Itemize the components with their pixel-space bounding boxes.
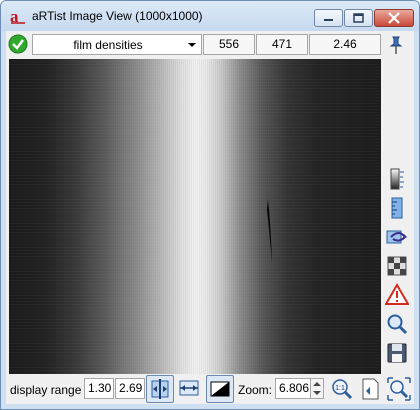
zoom-label: Zoom:	[238, 383, 273, 397]
green-check-icon[interactable]	[8, 34, 28, 54]
profile-line-icon[interactable]	[385, 225, 409, 249]
status-bar: display range 1.30 2.69 Zoom: 6.806 1:1	[6, 375, 414, 404]
window-title: aRTist Image View (1000x1000)	[32, 9, 203, 23]
minimize-icon	[324, 19, 333, 21]
chevron-down-icon	[188, 43, 196, 47]
pixel-value-field: 2.46	[309, 34, 381, 55]
minimize-button[interactable]	[314, 9, 343, 27]
fit-range-button[interactable]	[176, 375, 204, 403]
invert-button[interactable]	[206, 375, 234, 403]
save-icon[interactable]	[385, 341, 409, 365]
maximize-button[interactable]	[344, 9, 373, 27]
image-view-window: a aRTist Image View (1000x1000) film den…	[0, 0, 420, 410]
warning-icon[interactable]	[385, 283, 409, 307]
dropdown-selected-value: film densities	[73, 38, 143, 52]
xray-image-canvas[interactable]	[9, 59, 381, 374]
fit-range-icon	[179, 380, 199, 396]
title-bar[interactable]: a aRTist Image View (1000x1000)	[1, 1, 419, 31]
range-max-input[interactable]: 2.69	[115, 378, 145, 399]
gradient-scale-icon[interactable]	[385, 167, 409, 191]
range-min-input[interactable]: 1.30	[84, 378, 114, 399]
display-range-label: display range	[10, 383, 82, 397]
magnifier-icon[interactable]	[385, 312, 409, 336]
crack-defect	[267, 199, 272, 263]
pushpin-icon[interactable]	[385, 34, 407, 56]
zoom-1to1-icon[interactable]: 1:1	[328, 375, 356, 403]
checkerboard-icon[interactable]	[385, 254, 409, 278]
maximize-icon	[353, 13, 364, 23]
zoom-input[interactable]: 6.806	[275, 378, 311, 399]
top-toolbar: film densities 556 471 2.46	[6, 31, 414, 58]
zoom-spinner[interactable]	[310, 378, 324, 399]
close-icon	[388, 12, 400, 24]
x-coordinate-field: 556	[203, 34, 255, 55]
export-page-icon[interactable]	[356, 375, 384, 403]
measure-dropdown[interactable]: film densities	[32, 34, 202, 55]
ruler-icon[interactable]	[385, 196, 409, 220]
image-noise	[9, 59, 381, 374]
artist-logo-icon: a	[10, 7, 25, 25]
client-area: film densities 556 471 2.46 display rang…	[6, 31, 414, 404]
contrast-icon	[210, 381, 230, 397]
tool-sidebar	[385, 159, 411, 399]
y-coordinate-field: 471	[256, 34, 308, 55]
auto-range-button[interactable]	[146, 375, 174, 403]
close-button[interactable]	[374, 9, 414, 27]
svg-text:1:1: 1:1	[335, 385, 345, 392]
zoom-fit-icon[interactable]	[385, 375, 413, 403]
auto-range-icon	[151, 379, 169, 399]
